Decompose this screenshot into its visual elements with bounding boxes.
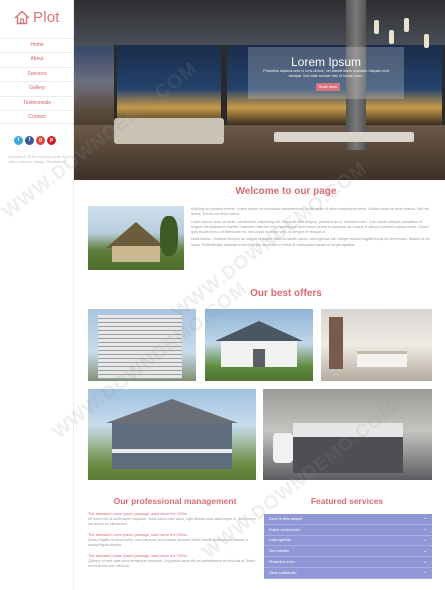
facebook-icon[interactable]: f [25,136,34,145]
sidebar-copyright: Copyright © 2016 Company name. All right… [7,155,67,164]
logo-text: Plot [33,9,60,26]
chevron-down-icon: ⌄ [422,558,427,565]
pendant-lamp-icon [424,34,429,48]
hero-subtitle: Phasellus dapibus ante id urna dictum, v… [263,69,389,78]
nav-item-services[interactable]: Services [0,66,74,81]
welcome-paragraph: Lorem ipsum dolor sit amet, consectetur … [191,219,429,234]
service-item[interactable]: Sed lobortis ⌄ [264,546,432,558]
management-item: The standard Lorem Ipsum passage, used s… [88,512,258,526]
google-plus-icon[interactable]: g [36,136,45,145]
pinterest-icon[interactable]: p [47,136,56,145]
management-item-text: Sit amet eros id scelerisque vulputate. … [88,517,256,526]
cabin-wall [112,246,160,262]
welcome-text: Building for parallax theme. Lorem ipsum… [191,207,434,250]
kitchen-counter [293,423,403,437]
social-links: t f g p [14,136,56,145]
service-item[interactable]: Phasellus enim ⌄ [264,557,432,568]
chevron-down-icon: ⌄ [422,536,427,543]
hero-table [274,132,414,142]
tree [160,216,178,256]
service-item-label: Fusce consectetur [269,527,301,532]
featured-services-list: Nunc in felis aliquet ⌄ Fusce consectetur… [264,514,432,579]
chevron-down-icon: ⌄ [422,515,427,522]
villa-wall [112,423,232,469]
management-item: The standard Lorem Ipsum passage, used s… [88,533,258,547]
logo[interactable]: Plot [14,9,60,26]
page: Plot Home About Services Gallery Testimo… [0,0,445,590]
hero-window-left [114,45,224,125]
hero-caption: Lorem Ipsum Phasellus dapibus ante id ur… [248,47,404,99]
service-item[interactable]: Nunc in felis aliquet ⌄ [264,514,432,525]
service-item-label: Duis egestas [269,538,291,543]
welcome-image [88,206,184,270]
kitchen-chair [273,433,293,463]
nav-item-testimonials[interactable]: Testimonials [0,95,74,110]
offers-title: Our best offers [250,288,322,299]
pendant-lamp-icon [389,30,394,44]
service-item[interactable]: Duis egestas ⌄ [264,535,432,547]
kitchen-cabinets [293,437,403,473]
service-item-label: Phasellus enim [269,560,295,565]
offer-image-apartments[interactable] [88,309,196,381]
service-item-label: Nunc in felis aliquet [269,516,302,521]
management-title: Our professional management [113,496,237,506]
twitter-icon[interactable]: t [14,136,23,145]
villa-roof [106,399,238,423]
cabin-roof [106,222,166,248]
welcome-paragraph: Nulla facilisi. Vivamus tempus ac magna … [191,237,430,247]
management-item: The standard Lorem Ipsum passage, used s… [88,554,258,568]
service-item[interactable]: Fusce consectetur ⌄ [264,524,432,536]
hero-title: Lorem Ipsum [290,55,362,69]
offer-image-house[interactable] [205,309,313,381]
nav-item-about[interactable]: About [0,52,74,66]
welcome-title: Welcome to our page [235,186,337,197]
bedroom-curtain [329,317,343,369]
nav-item-contact[interactable]: Contact [0,109,74,125]
management-item-text: Quisque ut velit vitae lacus fermentum h… [88,559,256,568]
offer-image-kitchen[interactable] [263,389,432,480]
chevron-down-icon: ⌄ [422,569,427,576]
featured-services-title: Featured services [310,496,384,506]
service-item[interactable]: Nunc sollicitudin ⌄ [264,567,432,579]
sidebar: Plot Home About Services Gallery Testimo… [0,0,74,590]
service-item-label: Nunc sollicitudin [269,570,297,575]
house-door [253,349,265,367]
villa-porch [112,449,232,453]
hero-sofa [114,118,224,144]
house-roof [215,321,303,341]
house-icon [14,10,30,25]
welcome-paragraph: Building for parallax theme. Lorem ipsum… [191,207,430,217]
chevron-down-icon: ⌄ [422,547,427,554]
bedroom-bed [357,351,407,367]
tower-building [98,315,182,379]
read-more-button[interactable]: Read more [316,83,340,91]
pendant-lamp-icon [404,18,409,32]
offer-image-villa[interactable] [88,389,256,480]
service-item-label: Sed lobortis [269,549,290,554]
main-nav: Home About Services Gallery Testimonials… [0,38,74,125]
offer-image-bedroom[interactable] [321,309,432,381]
hero-banner: Lorem Ipsum Phasellus dapibus ante id ur… [74,0,445,180]
nav-item-home[interactable]: Home [0,38,74,52]
pendant-lamp-icon [374,20,379,34]
management-item-text: Donec sagittis rhoncus lorem, sed commod… [88,538,248,547]
nav-item-gallery[interactable]: Gallery [0,81,74,95]
chevron-down-icon: ⌄ [422,526,427,533]
